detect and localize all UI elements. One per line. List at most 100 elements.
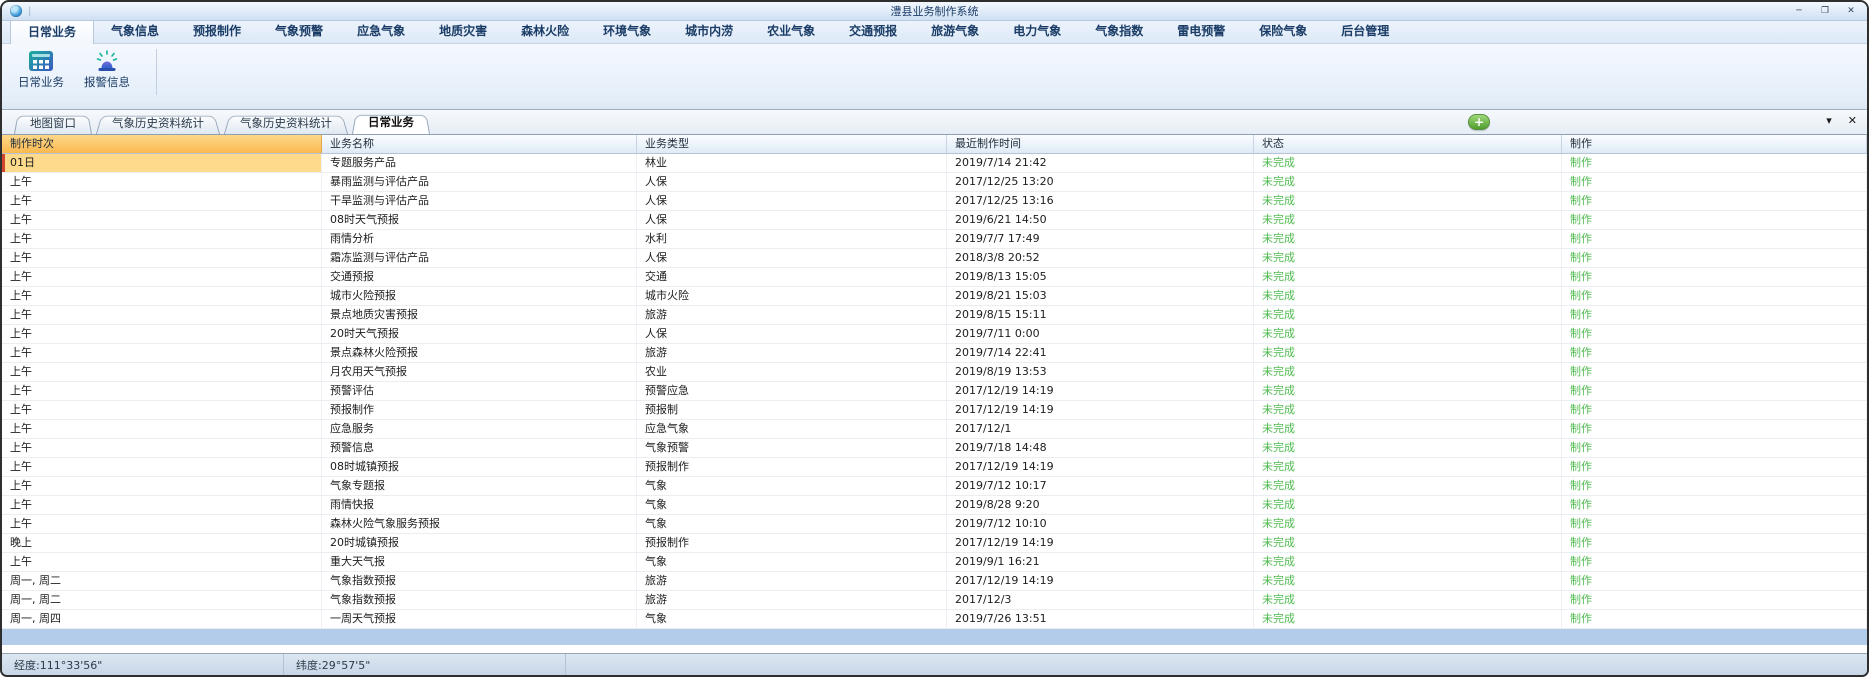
table-row[interactable]: 上午交通预报交通2019/8/13 15:05未完成制作	[2, 268, 1867, 287]
cell-type: 交通	[637, 268, 947, 286]
cell-action[interactable]: 制作	[1562, 477, 1867, 495]
mdi-tab-1[interactable]: 地图窗口	[14, 114, 92, 134]
menu-item-16[interactable]: 保险气象	[1242, 19, 1324, 43]
menu-item-7[interactable]: 森林火险	[504, 19, 586, 43]
menu-item-14[interactable]: 气象指数	[1078, 19, 1160, 43]
cell-action[interactable]: 制作	[1562, 439, 1867, 457]
menu-item-4[interactable]: 气象预警	[258, 19, 340, 43]
selected-empty-row[interactable]	[2, 629, 1867, 645]
cell-action[interactable]: 制作	[1562, 325, 1867, 343]
table-row[interactable]: 周一, 周四一周天气预报气象2019/7/26 13:51未完成制作	[2, 610, 1867, 629]
cell-action[interactable]: 制作	[1562, 344, 1867, 362]
menu-item-1[interactable]: 日常业务	[10, 19, 94, 44]
cell-action[interactable]: 制作	[1562, 515, 1867, 533]
table-row[interactable]: 上午08时天气预报人保2019/6/21 14:50未完成制作	[2, 211, 1867, 230]
cell-name: 应急服务	[322, 420, 637, 438]
table-row[interactable]: 上午气象专题报气象2019/7/12 10:17未完成制作	[2, 477, 1867, 496]
minimize-button[interactable]: ─	[1791, 5, 1807, 17]
mdi-tab-4[interactable]: 日常业务	[352, 113, 430, 134]
menu-item-2[interactable]: 气象信息	[94, 19, 176, 43]
cell-action[interactable]: 制作	[1562, 496, 1867, 514]
cell-action[interactable]: 制作	[1562, 591, 1867, 609]
table-row[interactable]: 上午20时天气预报人保2019/7/11 0:00未完成制作	[2, 325, 1867, 344]
menu-item-12[interactable]: 旅游气象	[914, 19, 996, 43]
title-bar[interactable]: | 澧县业务制作系统 ─ ❐ ✕	[2, 2, 1867, 21]
table-row[interactable]: 01日专题服务产品林业2019/7/14 21:42未完成制作	[2, 154, 1867, 173]
daily-business-button[interactable]: 日常业务	[8, 47, 74, 90]
cell-action[interactable]: 制作	[1562, 211, 1867, 229]
table-row[interactable]: 上午重大天气报气象2019/9/1 16:21未完成制作	[2, 553, 1867, 572]
column-header-2[interactable]: 业务名称	[322, 135, 637, 153]
cell-type: 预报制作	[637, 458, 947, 476]
cell-type: 水利	[637, 230, 947, 248]
maximize-button[interactable]: ❐	[1817, 5, 1833, 17]
menu-item-11[interactable]: 交通预报	[832, 19, 914, 43]
cell-action[interactable]: 制作	[1562, 572, 1867, 590]
close-button[interactable]: ✕	[1843, 5, 1859, 17]
table-row[interactable]: 上午应急服务应急气象2017/12/1未完成制作	[2, 420, 1867, 439]
menu-item-6[interactable]: 地质灾害	[422, 19, 504, 43]
tab-list-dropdown-icon[interactable]: ▾	[1826, 113, 1832, 129]
cell-name: 气象指数预报	[322, 572, 637, 590]
column-header-4[interactable]: 最近制作时间	[947, 135, 1254, 153]
menu-item-15[interactable]: 雷电预警	[1160, 19, 1242, 43]
cell-action[interactable]: 制作	[1562, 534, 1867, 552]
menu-item-9[interactable]: 城市内涝	[668, 19, 750, 43]
table-row[interactable]: 上午08时城镇预报预报制作2017/12/19 14:19未完成制作	[2, 458, 1867, 477]
add-tab-button[interactable]: +	[1468, 114, 1490, 130]
table-row[interactable]: 上午景点森林火险预报旅游2019/7/14 22:41未完成制作	[2, 344, 1867, 363]
table-row[interactable]: 上午森林火险气象服务预报气象2019/7/12 10:10未完成制作	[2, 515, 1867, 534]
menu-item-3[interactable]: 预报制作	[176, 19, 258, 43]
table-row[interactable]: 上午干旱监测与评估产品人保2017/12/25 13:16未完成制作	[2, 192, 1867, 211]
window-title: 澧县业务制作系统	[891, 3, 979, 19]
close-tab-icon[interactable]: ✕	[1848, 113, 1857, 129]
table-row[interactable]: 上午雨情分析水利2019/7/7 17:49未完成制作	[2, 230, 1867, 249]
cell-last-time: 2017/12/19 14:19	[947, 382, 1254, 400]
mdi-tab-2[interactable]: 气象历史资料统计	[96, 114, 220, 134]
table-row[interactable]: 上午暴雨监测与评估产品人保2017/12/25 13:20未完成制作	[2, 173, 1867, 192]
table-row[interactable]: 晚上20时城镇预报预报制作2017/12/19 14:19未完成制作	[2, 534, 1867, 553]
cell-action[interactable]: 制作	[1562, 306, 1867, 324]
table-row[interactable]: 上午景点地质灾害预报旅游2019/8/15 15:11未完成制作	[2, 306, 1867, 325]
cell-name: 雨情快报	[322, 496, 637, 514]
table-row[interactable]: 上午预警评估预警应急2017/12/19 14:19未完成制作	[2, 382, 1867, 401]
cell-action[interactable]: 制作	[1562, 154, 1867, 172]
table-row[interactable]: 上午预报制作预报制2017/12/19 14:19未完成制作	[2, 401, 1867, 420]
column-header-5[interactable]: 状态	[1254, 135, 1562, 153]
cell-action[interactable]: 制作	[1562, 420, 1867, 438]
table-row[interactable]: 上午预警信息气象预警2019/7/18 14:48未完成制作	[2, 439, 1867, 458]
table-row[interactable]: 上午雨情快报气象2019/8/28 9:20未完成制作	[2, 496, 1867, 515]
table-row[interactable]: 上午城市火险预报城市火险2019/8/21 15:03未完成制作	[2, 287, 1867, 306]
cell-action[interactable]: 制作	[1562, 401, 1867, 419]
cell-action[interactable]: 制作	[1562, 458, 1867, 476]
menu-item-17[interactable]: 后台管理	[1324, 19, 1406, 43]
cell-action[interactable]: 制作	[1562, 363, 1867, 381]
cell-time-slot: 上午	[2, 458, 322, 476]
cell-action[interactable]: 制作	[1562, 173, 1867, 191]
column-header-3[interactable]: 业务类型	[637, 135, 947, 153]
cell-last-time: 2017/12/25 13:20	[947, 173, 1254, 191]
menu-item-5[interactable]: 应急气象	[340, 19, 422, 43]
cell-last-time: 2019/8/21 15:03	[947, 287, 1254, 305]
table-row[interactable]: 上午月农用天气预报农业2019/8/19 13:53未完成制作	[2, 363, 1867, 382]
column-header-1[interactable]: 制作时次	[2, 135, 322, 153]
menu-item-10[interactable]: 农业气象	[750, 19, 832, 43]
table-row[interactable]: 周一, 周二气象指数预报旅游2017/12/19 14:19未完成制作	[2, 572, 1867, 591]
cell-action[interactable]: 制作	[1562, 553, 1867, 571]
table-row[interactable]: 周一, 周二气象指数预报旅游2017/12/3未完成制作	[2, 591, 1867, 610]
cell-action[interactable]: 制作	[1562, 382, 1867, 400]
menu-item-8[interactable]: 环境气象	[586, 19, 668, 43]
column-header-6[interactable]: 制作	[1562, 135, 1867, 153]
mdi-tab-3[interactable]: 气象历史资料统计	[224, 114, 348, 134]
cell-time-slot: 周一, 周四	[2, 610, 322, 628]
cell-action[interactable]: 制作	[1562, 610, 1867, 628]
menu-item-13[interactable]: 电力气象	[996, 19, 1078, 43]
cell-action[interactable]: 制作	[1562, 230, 1867, 248]
table-header-row: 制作时次业务名称业务类型最近制作时间状态制作	[2, 135, 1867, 154]
table-row[interactable]: 上午霜冻监测与评估产品人保2018/3/8 20:52未完成制作	[2, 249, 1867, 268]
alarm-info-button[interactable]: 报警信息	[74, 47, 140, 90]
cell-action[interactable]: 制作	[1562, 268, 1867, 286]
cell-action[interactable]: 制作	[1562, 249, 1867, 267]
cell-action[interactable]: 制作	[1562, 192, 1867, 210]
cell-action[interactable]: 制作	[1562, 287, 1867, 305]
